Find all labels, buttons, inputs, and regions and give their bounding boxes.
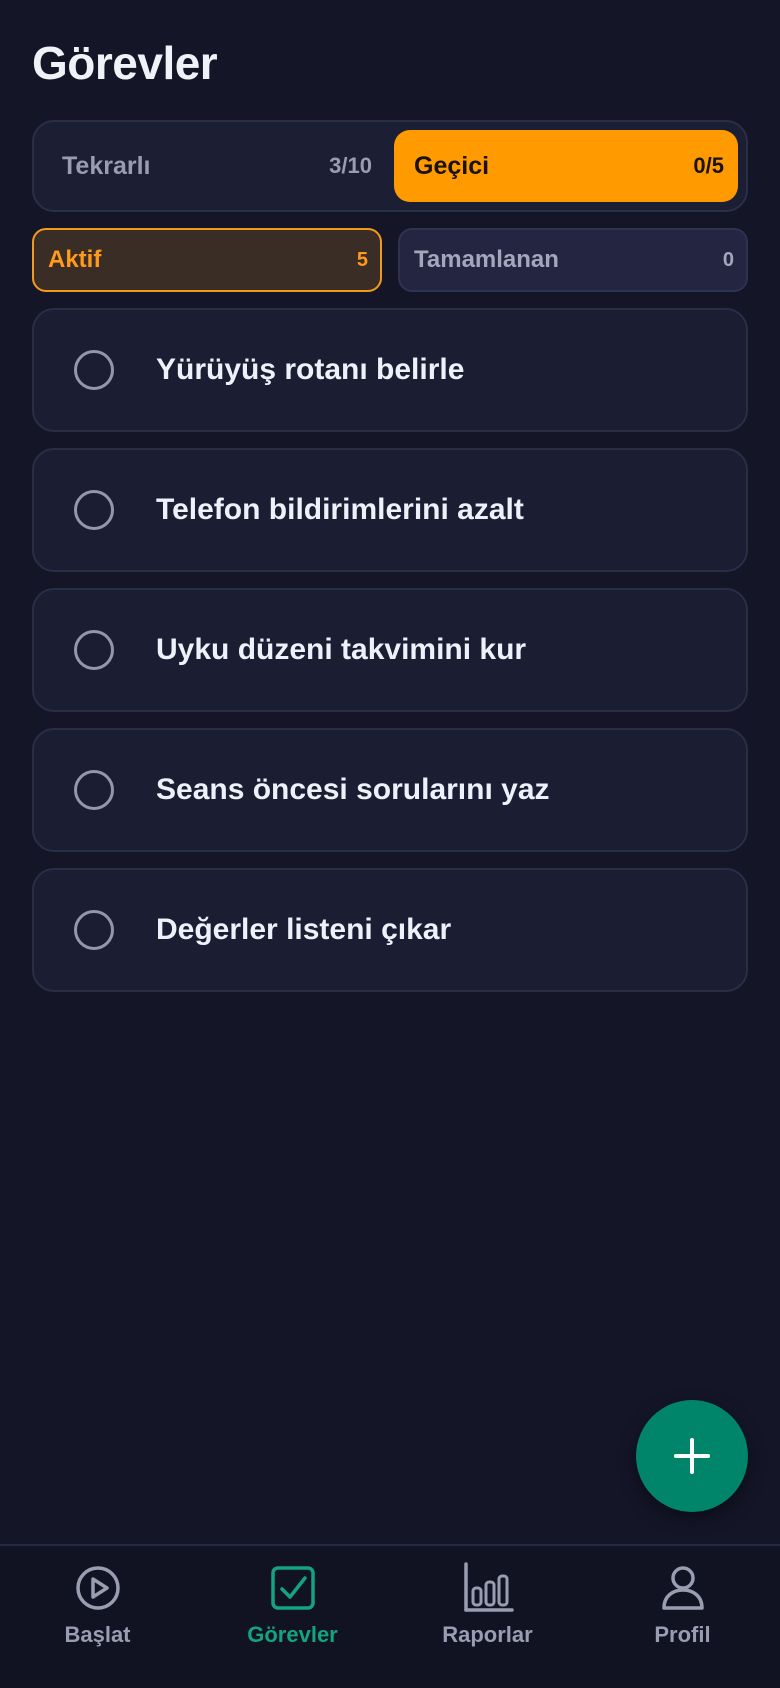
tasks-screen: Görevler Tekrarlı 3/10 Geçici 0/5 Aktif … (0, 0, 780, 1688)
nav-item-label: Başlat (64, 1622, 131, 1647)
nav-item-start[interactable]: Başlat (0, 1562, 195, 1672)
bar-chart-icon (463, 1562, 514, 1612)
filter-completed-count: 0 (722, 248, 734, 271)
filter-active-label: Aktif (48, 246, 102, 273)
nav-item-label: Profil (654, 1622, 711, 1647)
tab-temporary-label: Geçici (414, 151, 490, 180)
tab-recurring-label: Tekrarlı (62, 151, 151, 180)
task-checkbox[interactable] (74, 770, 114, 810)
tab-recurring[interactable]: Tekrarlı 3/10 (42, 130, 386, 202)
task-title: Seans öncesi sorularını yaz (156, 773, 550, 806)
nav-item-reports[interactable]: Raporlar (390, 1562, 585, 1672)
tab-recurring-count: 3/10 (329, 153, 372, 178)
task-title: Değerler listeni çıkar (156, 913, 452, 946)
task-checkbox[interactable] (74, 910, 114, 950)
nav-item-profile[interactable]: Profil (585, 1562, 780, 1672)
task-checkbox[interactable] (74, 630, 114, 670)
task-checkbox[interactable] (74, 350, 114, 390)
filter-active-count: 5 (356, 248, 368, 271)
add-task-button[interactable] (636, 1400, 748, 1512)
filter-completed[interactable]: Tamamlanan 0 (398, 228, 748, 292)
task-item[interactable]: Uyku düzeni takvimini kur (32, 588, 748, 712)
task-item[interactable]: Seans öncesi sorularını yaz (32, 728, 748, 852)
task-title: Uyku düzeni takvimini kur (156, 633, 527, 666)
filter-completed-label: Tamamlanan (414, 246, 559, 273)
bottom-nav: Başlat Görevler Raporlar Profil (0, 1544, 780, 1688)
nav-item-label: Raporlar (442, 1622, 533, 1647)
plus-icon (674, 1438, 710, 1474)
nav-item-label: Görevler (247, 1622, 338, 1647)
tab-temporary[interactable]: Geçici 0/5 (394, 130, 738, 202)
checkbox-icon (270, 1566, 315, 1610)
task-item[interactable]: Yürüyüş rotanı belirle (32, 308, 748, 432)
task-item[interactable]: Telefon bildirimlerini azalt (32, 448, 748, 572)
filter-active[interactable]: Aktif 5 (32, 228, 382, 292)
task-type-segment: Tekrarlı 3/10 Geçici 0/5 (32, 120, 748, 212)
play-circle-icon (75, 1566, 120, 1610)
task-title: Yürüyüş rotanı belirle (156, 353, 465, 386)
person-icon (661, 1566, 704, 1610)
tab-temporary-count: 0/5 (693, 153, 724, 178)
task-item[interactable]: Değerler listeni çıkar (32, 868, 748, 992)
page-title: Görevler (32, 37, 218, 89)
task-checkbox[interactable] (74, 490, 114, 530)
task-title: Telefon bildirimlerini azalt (156, 493, 524, 526)
nav-item-tasks[interactable]: Görevler (195, 1562, 390, 1672)
